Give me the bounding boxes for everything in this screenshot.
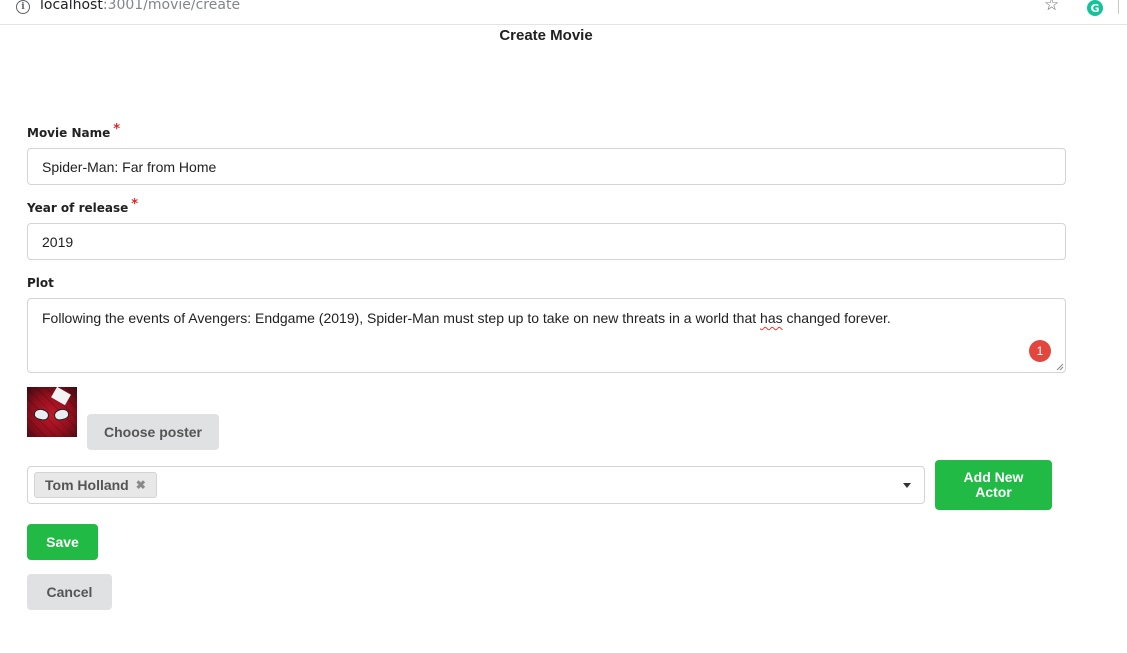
add-new-actor-button[interactable]: Add New Actor <box>935 460 1052 510</box>
movie-name-label: Movie Name * <box>27 122 120 141</box>
save-button[interactable]: Save <box>27 524 98 560</box>
cancel-button[interactable]: Cancel <box>27 574 112 610</box>
page-title: Create Movie <box>499 27 593 44</box>
required-asterisk: * <box>113 122 121 137</box>
url-path: :3001/movie/create <box>102 0 241 13</box>
movie-name-value: Spider-Man: Far from Home <box>42 158 217 175</box>
plot-text-end: changed forever. <box>782 310 891 326</box>
grammarly-extension-icon[interactable]: G <box>1087 0 1103 16</box>
plot-textarea[interactable]: Following the events of Avengers: Endgam… <box>27 298 1066 373</box>
required-asterisk: * <box>131 197 139 212</box>
url-host: localhost <box>40 0 103 13</box>
plot-text-start: Following the events of Avengers: Endgam… <box>42 310 761 326</box>
year-input[interactable]: 2019 <box>27 223 1066 260</box>
toolbar-divider <box>1118 0 1119 14</box>
plot-flagged-word[interactable]: has <box>760 310 783 326</box>
chip-remove-icon[interactable]: ✖ <box>136 478 146 492</box>
site-info-icon[interactable]: i <box>16 0 30 14</box>
bookmark-star-icon[interactable]: ☆ <box>1044 0 1059 14</box>
resize-handle-icon[interactable] <box>1056 363 1064 371</box>
year-label: Year of release * <box>27 197 138 216</box>
dropdown-arrow-icon[interactable] <box>903 483 911 488</box>
actor-chip: Tom Holland ✖ <box>34 472 157 498</box>
choose-poster-button[interactable]: Choose poster <box>87 414 219 450</box>
year-label-text: Year of release <box>27 201 129 215</box>
actors-multiselect[interactable]: Tom Holland ✖ <box>27 466 925 504</box>
url-text[interactable]: localhost:3001/movie/create <box>40 0 240 13</box>
movie-name-input[interactable]: Spider-Man: Far from Home <box>27 148 1066 185</box>
grammarly-suggestion-badge[interactable]: 1 <box>1029 340 1051 362</box>
plot-label: Plot <box>27 276 54 290</box>
movie-name-label-text: Movie Name <box>27 126 111 140</box>
browser-address-bar: i localhost:3001/movie/create ☆ G <box>0 0 1127 25</box>
actor-chip-label: Tom Holland <box>45 477 129 493</box>
poster-thumbnail <box>27 387 77 437</box>
year-value: 2019 <box>42 233 74 250</box>
